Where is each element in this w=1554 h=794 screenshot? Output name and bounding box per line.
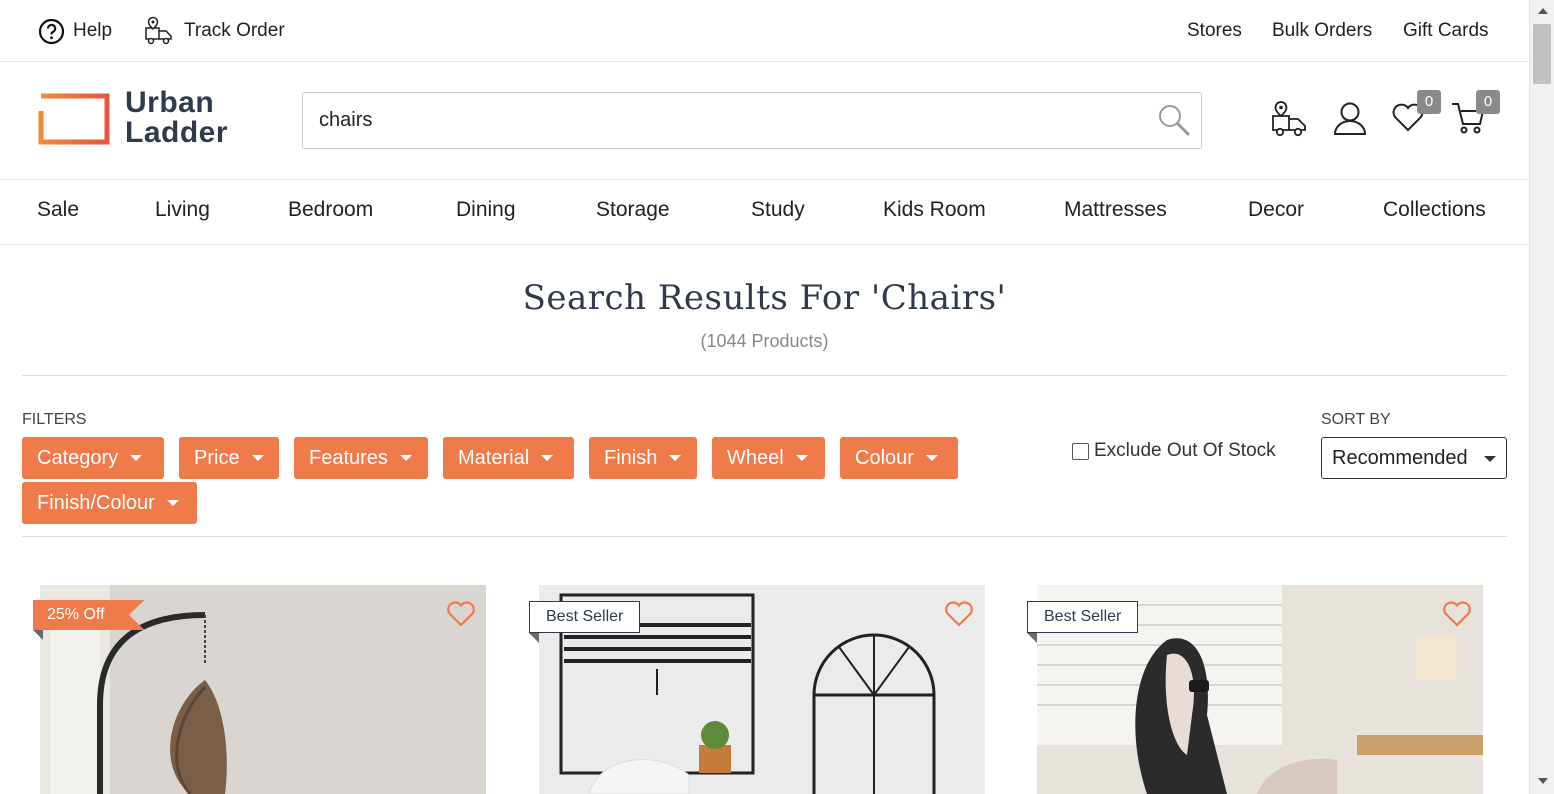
- caret-down-icon: [399, 455, 412, 461]
- filter-label: Price: [194, 446, 240, 469]
- utility-bar: Help Track Order Stores Bulk Orders Gift…: [0, 0, 1529, 62]
- caret-down-icon: [1484, 456, 1496, 462]
- filter-label: Material: [458, 446, 530, 469]
- sort-selected-value: Recommended: [1332, 446, 1468, 469]
- results-count: (1044 Products): [700, 331, 829, 351]
- search-input[interactable]: [303, 93, 1143, 148]
- filter-label: Finish/Colour: [37, 491, 155, 514]
- nav-item-study[interactable]: Study: [751, 180, 805, 244]
- filter-category-button[interactable]: Category: [22, 437, 164, 479]
- truck-location-icon: [145, 16, 172, 45]
- nav-item-living[interactable]: Living: [155, 180, 210, 244]
- logo-mark-icon: [38, 93, 110, 145]
- caret-down-icon: [669, 455, 682, 461]
- category-nav: Sale Living Bedroom Dining Storage Study…: [0, 180, 1529, 245]
- caret-down-icon: [925, 455, 938, 461]
- nav-item-storage[interactable]: Storage: [596, 180, 670, 244]
- best-seller-badge: Best Seller: [1027, 601, 1139, 633]
- add-to-wishlist-heart-icon[interactable]: [446, 600, 476, 628]
- help-icon: [38, 18, 65, 44]
- sort-label: SORT BY: [1321, 411, 1391, 428]
- scroll-up-arrow-icon[interactable]: [1538, 8, 1548, 14]
- main-header: Urban Ladder 0 0: [0, 62, 1529, 180]
- caret-down-icon: [130, 455, 143, 461]
- nav-item-collections[interactable]: Collections: [1383, 180, 1486, 244]
- exclude-out-of-stock-checkbox[interactable]: [1072, 442, 1089, 460]
- help-label: Help: [73, 20, 113, 41]
- caret-down-icon: [166, 500, 179, 506]
- nav-item-decor[interactable]: Decor: [1248, 180, 1304, 244]
- track-order-link[interactable]: Track Order: [144, 0, 285, 62]
- logo-line-1: Urban: [125, 86, 215, 119]
- account-icon[interactable]: [1332, 100, 1368, 136]
- filter-label: Colour: [855, 446, 914, 469]
- add-to-wishlist-heart-icon[interactable]: [944, 600, 974, 628]
- filter-colour-button[interactable]: Colour: [840, 437, 958, 479]
- filter-finish-button[interactable]: Finish: [589, 437, 697, 479]
- filter-finish-colour-button[interactable]: Finish/Colour: [22, 482, 197, 524]
- track-order-header-icon[interactable]: [1270, 100, 1310, 138]
- results-title: Search Results For 'Chairs': [522, 278, 1007, 318]
- nav-item-dining[interactable]: Dining: [456, 180, 516, 244]
- page: Help Track Order Stores Bulk Orders Gift…: [0, 0, 1529, 794]
- nav-item-kids-room[interactable]: Kids Room: [883, 180, 986, 244]
- badge-fold: [1027, 633, 1037, 643]
- nav-item-sale[interactable]: Sale: [37, 180, 79, 244]
- divider: [22, 536, 1507, 537]
- discount-badge: 25% Off: [33, 600, 145, 630]
- best-seller-badge: Best Seller: [529, 601, 641, 633]
- stores-link[interactable]: Stores: [1187, 0, 1242, 62]
- gift-cards-link[interactable]: Gift Cards: [1403, 0, 1489, 62]
- cart-count-badge: 0: [1476, 90, 1500, 114]
- caret-down-icon: [541, 455, 554, 461]
- caret-down-icon: [251, 455, 264, 461]
- logo-wordmark: Urban Ladder: [125, 86, 229, 149]
- logo-line-2: Ladder: [125, 116, 229, 149]
- nav-item-bedroom[interactable]: Bedroom: [288, 180, 373, 244]
- urban-ladder-logo[interactable]: Urban Ladder: [38, 86, 238, 151]
- help-link[interactable]: Help: [38, 0, 112, 62]
- page-scrollbar[interactable]: [1529, 0, 1554, 794]
- filters-label: FILTERS: [22, 411, 87, 428]
- bulk-orders-link[interactable]: Bulk Orders: [1272, 0, 1372, 62]
- add-to-wishlist-heart-icon[interactable]: [1442, 600, 1472, 628]
- search-box: [302, 92, 1202, 149]
- filter-label: Finish: [604, 446, 658, 469]
- exclude-out-of-stock-label: Exclude Out Of Stock: [1094, 440, 1276, 461]
- exclude-out-of-stock[interactable]: Exclude Out Of Stock: [1072, 440, 1276, 462]
- track-order-label: Track Order: [184, 20, 285, 41]
- filter-material-button[interactable]: Material: [443, 437, 574, 479]
- search-icon[interactable]: [1157, 103, 1191, 137]
- filter-wheel-button[interactable]: Wheel: [712, 437, 825, 479]
- filter-label: Category: [37, 446, 119, 469]
- scrollbar-thumb[interactable]: [1533, 24, 1551, 84]
- divider: [22, 375, 1507, 376]
- wishlist-count-badge: 0: [1417, 90, 1441, 114]
- caret-down-icon: [795, 455, 808, 461]
- scroll-down-arrow-icon[interactable]: [1538, 778, 1548, 784]
- badge-fold: [33, 630, 43, 640]
- nav-item-mattresses[interactable]: Mattresses: [1064, 180, 1167, 244]
- sort-select[interactable]: Recommended: [1321, 437, 1507, 479]
- filter-label: Wheel: [727, 446, 784, 469]
- filter-features-button[interactable]: Features: [294, 437, 428, 479]
- filter-price-button[interactable]: Price: [179, 437, 279, 479]
- filter-label: Features: [309, 446, 388, 469]
- badge-fold: [529, 633, 539, 643]
